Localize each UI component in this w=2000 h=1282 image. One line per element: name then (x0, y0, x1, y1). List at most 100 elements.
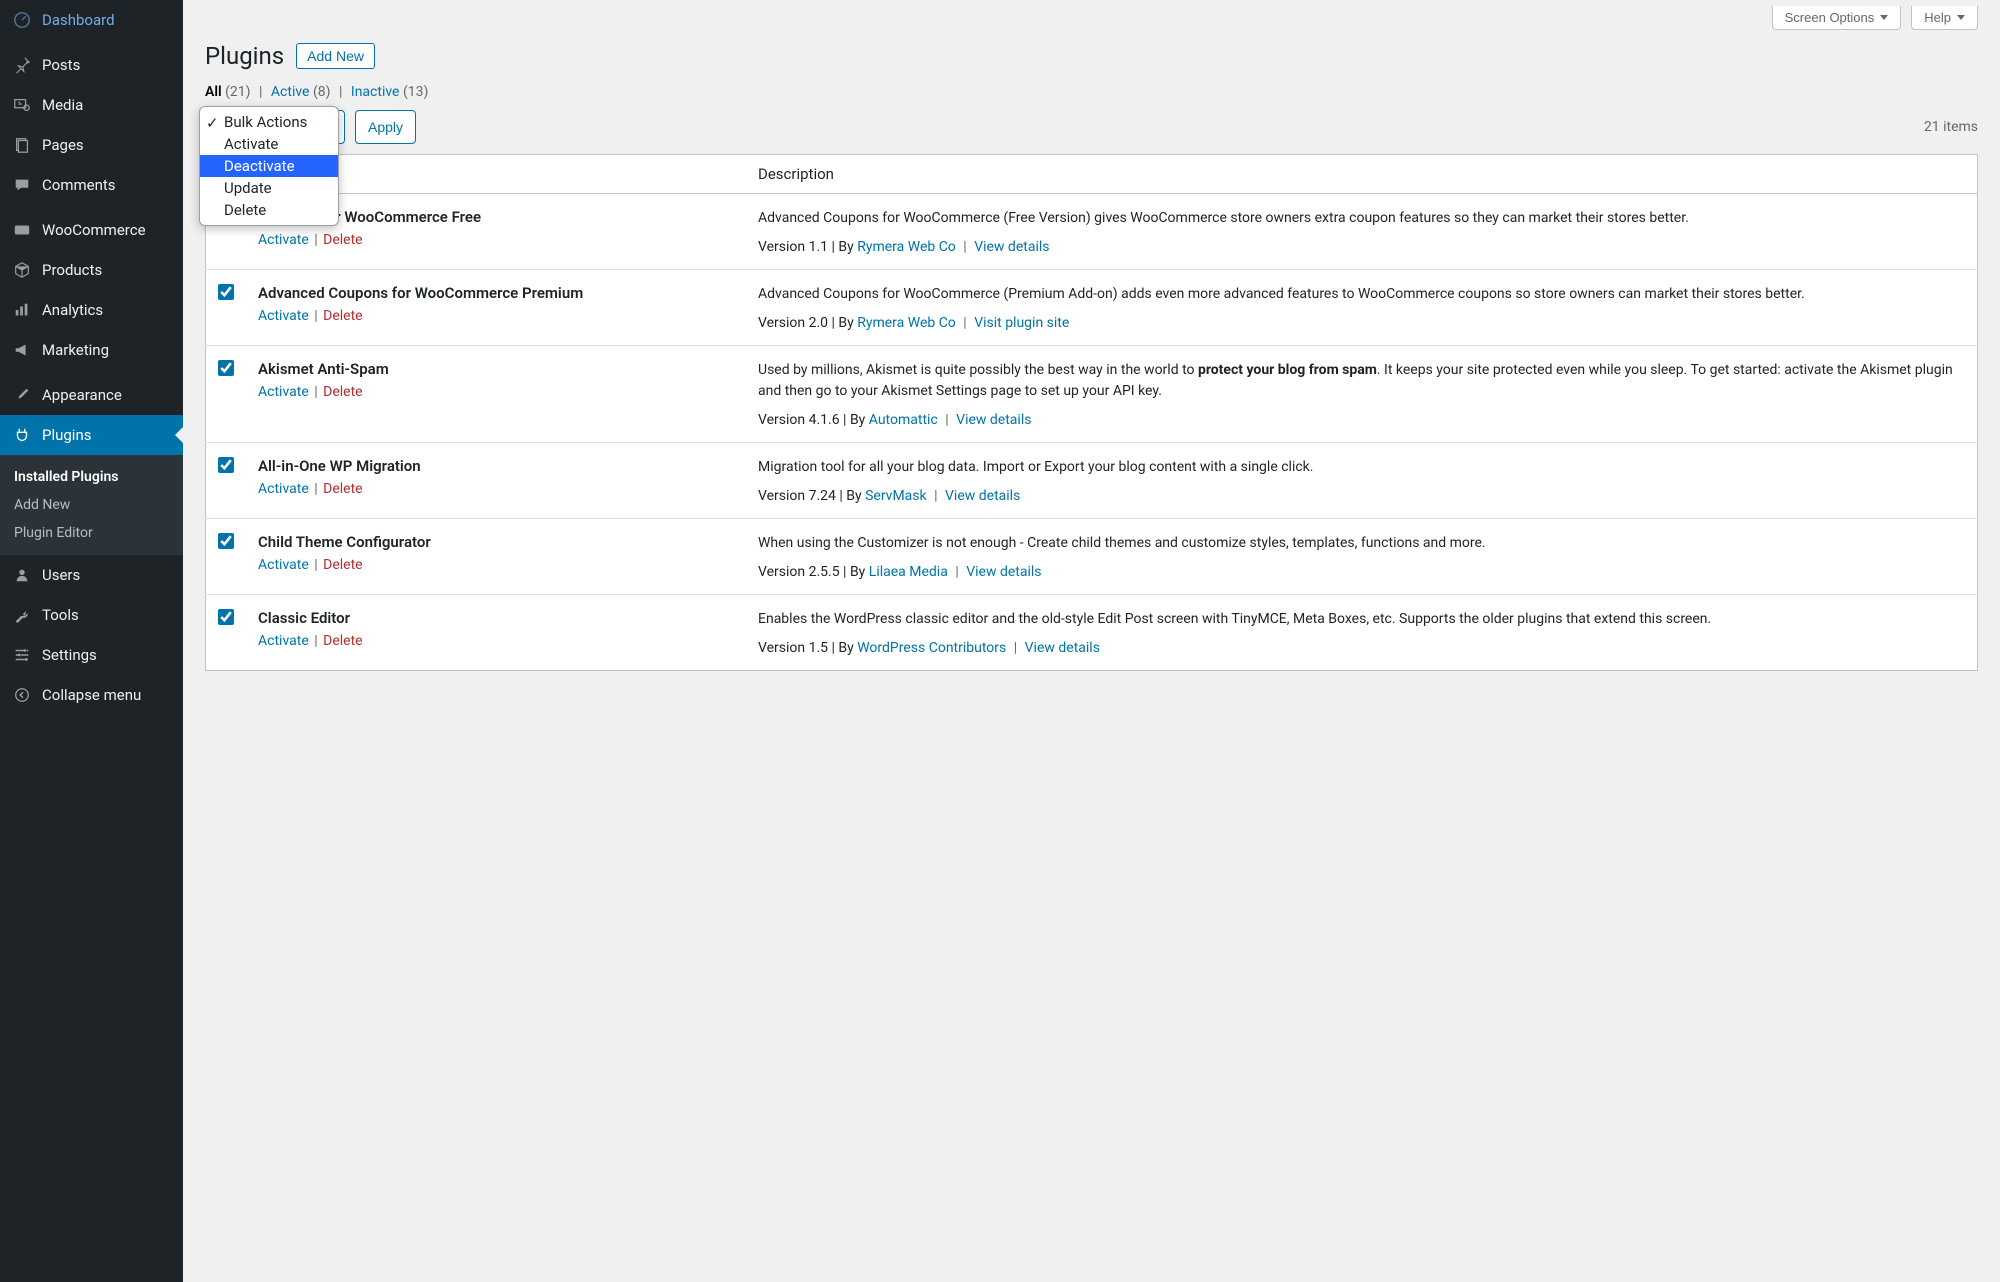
plugin-name: Child Theme Configurator (258, 533, 734, 551)
woocommerce-icon (12, 220, 32, 240)
sidebar-item-appearance[interactable]: Appearance (0, 375, 183, 415)
table-row: All-in-One WP Migration Activate | Delete… (206, 443, 1978, 519)
submenu-plugin-editor[interactable]: Plugin Editor (0, 519, 183, 547)
sidebar-item-marketing[interactable]: Marketing (0, 330, 183, 370)
table-row: Child Theme ConfiguratorActivate | Delet… (206, 519, 1978, 595)
plugins-submenu: Installed Plugins Add New Plugin Editor (0, 455, 183, 555)
sidebar-item-settings[interactable]: Settings (0, 635, 183, 675)
submenu-add-new[interactable]: Add New (0, 491, 183, 519)
sidebar-item-dashboard[interactable]: Dashboard (0, 0, 183, 40)
delete-link[interactable]: Delete (323, 384, 362, 400)
filter-inactive[interactable]: Inactive (13) (351, 84, 428, 100)
details-link[interactable]: View details (974, 239, 1049, 255)
table-row: Classic EditorActivate | DeleteEnables t… (206, 595, 1978, 671)
author-link[interactable]: Lilaea Media (869, 564, 948, 580)
admin-sidebar: Dashboard Posts Media Pages Comments Woo… (0, 0, 183, 1282)
sidebar-item-products[interactable]: Products (0, 250, 183, 290)
activate-link[interactable]: Activate (258, 232, 309, 248)
table-row: Akismet Anti-SpamActivate | DeleteUsed b… (206, 346, 1978, 443)
bulk-option-update[interactable]: Update (200, 177, 338, 199)
activate-link[interactable]: Activate (258, 633, 309, 649)
row-checkbox[interactable] (218, 533, 234, 549)
table-row: Advanced Coupons for WooCommerce Premium… (206, 270, 1978, 346)
bulk-option-delete[interactable]: Delete (200, 199, 338, 221)
media-icon (12, 95, 32, 115)
sidebar-collapse[interactable]: Collapse menu (0, 675, 183, 715)
delete-link[interactable]: Delete (323, 633, 362, 649)
sidebar-item-plugins[interactable]: Plugins (0, 415, 183, 455)
screen-options-button[interactable]: Screen Options (1772, 6, 1902, 30)
caret-down-icon (1880, 15, 1888, 20)
sidebar-label: Products (42, 261, 102, 279)
row-actions: Activate | Delete (258, 481, 734, 497)
author-link[interactable]: Rymera Web Co (857, 315, 956, 331)
sidebar-label: Dashboard (42, 11, 115, 29)
plugin-description: When using the Customizer is not enough … (758, 533, 1965, 554)
activate-link[interactable]: Activate (258, 481, 309, 497)
submenu-installed-plugins[interactable]: Installed Plugins (0, 463, 183, 491)
sidebar-item-users[interactable]: Users (0, 555, 183, 595)
details-link[interactable]: Visit plugin site (974, 315, 1069, 331)
sidebar-item-woocommerce[interactable]: WooCommerce (0, 210, 183, 250)
sidebar-label: Appearance (42, 386, 122, 404)
delete-link[interactable]: Delete (323, 308, 362, 324)
pin-icon (12, 55, 32, 75)
sidebar-label: Pages (42, 136, 84, 154)
table-row: Coupons for WooCommerce FreeActivate | D… (206, 194, 1978, 270)
details-link[interactable]: View details (945, 488, 1020, 504)
details-link[interactable]: View details (966, 564, 1041, 580)
help-button[interactable]: Help (1911, 6, 1978, 30)
sidebar-item-comments[interactable]: Comments (0, 165, 183, 205)
delete-link[interactable]: Delete (323, 557, 362, 573)
sidebar-item-posts[interactable]: Posts (0, 45, 183, 85)
sidebar-label: Collapse menu (42, 686, 141, 704)
activate-link[interactable]: Activate (258, 384, 309, 400)
caret-down-icon (1957, 15, 1965, 20)
row-actions: Activate | Delete (258, 633, 734, 649)
row-checkbox[interactable] (218, 360, 234, 376)
delete-link[interactable]: Delete (323, 481, 362, 497)
row-actions: Activate | Delete (258, 232, 734, 248)
bulk-option-activate[interactable]: Activate (200, 133, 338, 155)
plugins-table: Plugin Description Coupons for WooCommer… (205, 154, 1978, 671)
row-checkbox[interactable] (218, 284, 234, 300)
bulk-option-deactivate[interactable]: Deactivate (200, 155, 338, 177)
sliders-icon (12, 645, 32, 665)
plugin-meta: Version 2.5.5 | By Lilaea Media | View d… (758, 564, 1965, 580)
megaphone-icon (12, 340, 32, 360)
sidebar-label: Posts (42, 56, 80, 74)
sidebar-item-pages[interactable]: Pages (0, 125, 183, 165)
row-checkbox[interactable] (218, 457, 234, 473)
plugin-name: All-in-One WP Migration (258, 457, 734, 475)
help-label: Help (1924, 10, 1951, 25)
details-link[interactable]: View details (1025, 640, 1100, 656)
sidebar-label: Plugins (42, 426, 91, 444)
author-link[interactable]: WordPress Contributors (857, 640, 1006, 656)
plugin-description: Migration tool for all your blog data. I… (758, 457, 1965, 478)
sidebar-item-media[interactable]: Media (0, 85, 183, 125)
sidebar-item-analytics[interactable]: Analytics (0, 290, 183, 330)
activate-link[interactable]: Activate (258, 308, 309, 324)
sidebar-item-tools[interactable]: Tools (0, 595, 183, 635)
filter-links: All (21) | Active (8) | Inactive (13) (205, 84, 1978, 100)
delete-link[interactable]: Delete (323, 232, 362, 248)
collapse-icon (12, 685, 32, 705)
apply-button[interactable]: Apply (355, 110, 416, 144)
details-link[interactable]: View details (956, 412, 1031, 428)
row-checkbox[interactable] (218, 609, 234, 625)
bulk-option-bulk-actions[interactable]: ✓Bulk Actions (200, 111, 338, 133)
main-content: Screen Options Help Plugins Add New All … (183, 0, 2000, 1282)
filter-all[interactable]: All (21) (205, 84, 251, 100)
author-link[interactable]: Rymera Web Co (857, 239, 956, 255)
plugin-icon (12, 425, 32, 445)
column-description[interactable]: Description (746, 155, 1978, 194)
author-link[interactable]: Automattic (869, 412, 938, 428)
comment-icon (12, 175, 32, 195)
page-icon (12, 135, 32, 155)
filter-active[interactable]: Active (8) (271, 84, 331, 100)
plugin-meta: Version 2.0 | By Rymera Web Co | Visit p… (758, 315, 1965, 331)
sidebar-label: Media (42, 96, 83, 114)
add-new-button[interactable]: Add New (296, 43, 375, 69)
activate-link[interactable]: Activate (258, 557, 309, 573)
author-link[interactable]: ServMask (865, 488, 927, 504)
